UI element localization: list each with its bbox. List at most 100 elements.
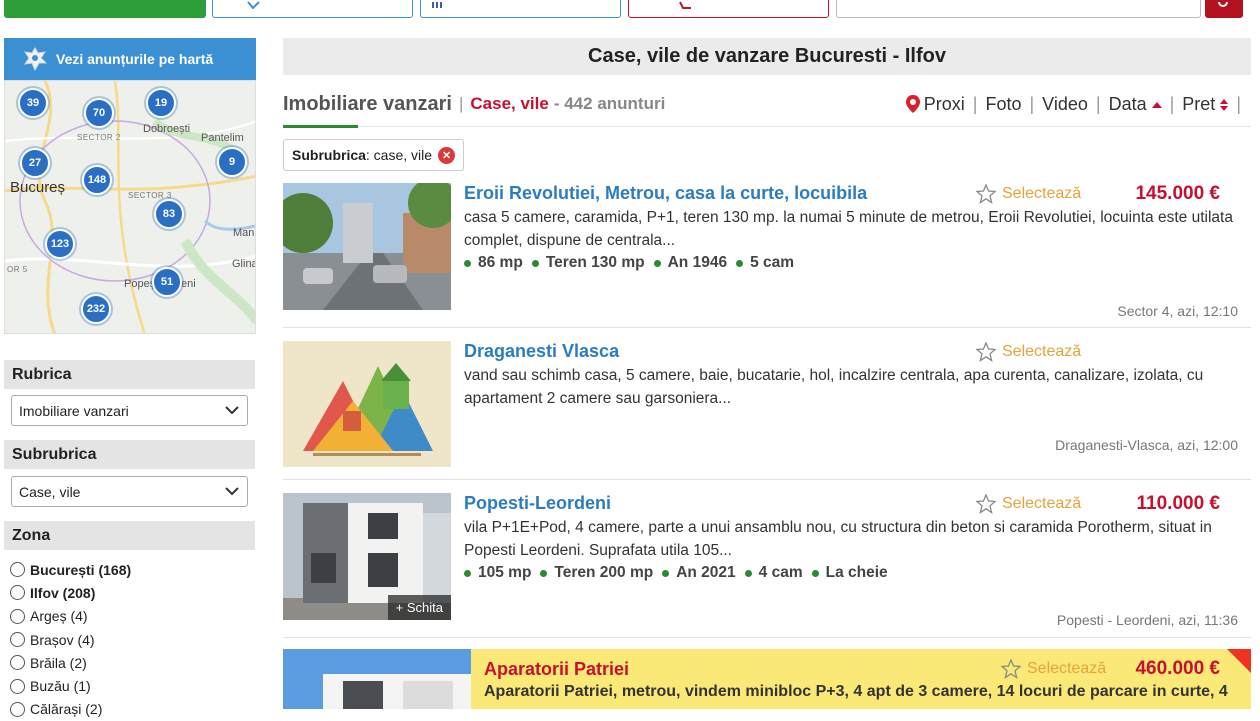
select-favorite-button[interactable]: Selectează: [976, 494, 1081, 514]
map-cluster-pin[interactable]: 83: [154, 199, 184, 229]
zone-option-braila[interactable]: Brăila (2): [10, 651, 255, 674]
radio-button[interactable]: [10, 655, 25, 671]
map-cluster-pin[interactable]: 70: [84, 98, 114, 128]
map-cluster-pin[interactable]: 148: [82, 165, 112, 195]
sort-separator: |: [972, 93, 978, 114]
sort-proxi[interactable]: Proxi: [924, 94, 965, 115]
toolbar-button-2[interactable]: [420, 0, 621, 18]
select-label: Selectează: [1002, 343, 1082, 360]
select-label: Selectează: [1002, 495, 1082, 512]
promoted-corner-badge: [1227, 649, 1251, 673]
zone-option-buzau[interactable]: Buzău (1): [10, 674, 255, 697]
map-label-popesti-end: eni: [181, 278, 196, 290]
promoted-listing-item[interactable]: Aparatorii Patriei Selectează 460.000 € …: [283, 649, 1251, 709]
listing-item[interactable]: Draganesti Vlasca Selectează vand sau sc…: [283, 341, 1251, 471]
zone-option-calarasi[interactable]: Călărași (2): [10, 698, 255, 721]
rubrica-select-value: Imobiliare vanzari: [19, 402, 129, 419]
breadcrumb-subrubrica[interactable]: Case, vile: [470, 94, 548, 114]
map-cluster-pin[interactable]: 39: [18, 88, 48, 118]
select-label: Selectează: [1027, 660, 1107, 677]
filter-key: Subrubrica: [292, 147, 366, 163]
sort-pret[interactable]: Pret: [1182, 94, 1229, 115]
remove-filter-icon[interactable]: ✕: [438, 146, 456, 164]
radio-button[interactable]: [10, 562, 25, 578]
listing-title[interactable]: Popesti-Leordeni: [464, 493, 611, 514]
radio-button[interactable]: [10, 632, 25, 648]
rubrica-select[interactable]: Imobiliare vanzari: [11, 395, 248, 426]
listing-description: casa 5 camere, caramida, P+1, teren 130 …: [464, 209, 1233, 249]
sort-bar: Proxi | Foto | Video | Data | Pret |: [905, 89, 1246, 119]
feature-item: An 1946: [653, 254, 727, 272]
listing-title[interactable]: Draganesti Vlasca: [464, 341, 619, 362]
map-cluster-pin[interactable]: 19: [146, 88, 176, 118]
feature-item: Teren 200 mp: [540, 564, 653, 582]
map-cluster-pin[interactable]: 232: [81, 294, 111, 324]
add-listing-button[interactable]: [4, 0, 206, 18]
divider: [283, 126, 1251, 127]
map-cluster-pin[interactable]: 51: [152, 267, 182, 297]
chevron-down-icon: [225, 487, 239, 496]
feature-item: 105 mp: [464, 564, 531, 582]
sort-separator: |: [1169, 93, 1175, 114]
listing-photo[interactable]: + Schita: [283, 493, 451, 620]
listing-location-time: Popesti - Leordeni, azi, 11:36: [1056, 612, 1238, 628]
location-pin-icon: [905, 95, 920, 113]
zone-label: București (168): [30, 561, 132, 578]
map-view-label: Vezi anunțurile pe hartă: [56, 51, 214, 67]
zone-option-brasov[interactable]: Brașov (4): [10, 628, 255, 651]
listing-item[interactable]: Eroii Revolutiei, Metrou, casa la curte,…: [283, 183, 1251, 323]
sketch-badge[interactable]: + Schita: [387, 595, 451, 620]
listing-item[interactable]: + Schita Popesti-Leordeni Selectează 110…: [283, 493, 1251, 633]
sort-data[interactable]: Data: [1109, 94, 1162, 115]
subrubrica-title: Subrubrica: [4, 440, 255, 469]
zone-option-ilfov[interactable]: Ilfov (208): [10, 581, 255, 604]
listing-title[interactable]: Aparatorii Patriei: [484, 659, 629, 680]
zone-option-bucuresti[interactable]: București (168): [10, 558, 255, 581]
active-tab-indicator: [283, 125, 358, 128]
zone-option-arges[interactable]: Argeș (4): [10, 605, 255, 628]
listing-photo[interactable]: [283, 341, 451, 467]
sort-separator: |: [1095, 93, 1101, 114]
rubrica-title: Rubrica: [4, 360, 255, 389]
star-icon: [976, 342, 996, 362]
select-favorite-button[interactable]: Selectează: [976, 342, 1081, 362]
sort-foto[interactable]: Foto: [985, 94, 1021, 115]
map-cluster-pin[interactable]: 27: [20, 148, 50, 178]
radio-button[interactable]: [10, 678, 25, 694]
breadcrumb: Imobiliare vanzari | Case, vile - 442 an…: [283, 89, 665, 119]
radio-button[interactable]: [10, 585, 25, 601]
map-cluster-pin[interactable]: 9: [217, 147, 247, 177]
top-toolbar: [0, 0, 1260, 20]
listing-title[interactable]: Eroii Revolutiei, Metrou, casa la curte,…: [464, 183, 867, 204]
select-label: Selectează: [1002, 185, 1082, 202]
zone-label: Călărași (2): [30, 701, 103, 718]
breadcrumb-rubrica[interactable]: Imobiliare vanzari: [283, 93, 452, 116]
sort-video[interactable]: Video: [1042, 94, 1088, 115]
sort-separator: |: [1029, 93, 1035, 114]
active-filter-chip: Subrubrica : case, vile ✕: [283, 139, 465, 171]
radio-button[interactable]: [10, 701, 25, 717]
map-pin-icon: [22, 46, 48, 72]
listing-photo[interactable]: [283, 649, 471, 709]
select-favorite-button[interactable]: Selectează: [976, 184, 1081, 204]
toolbar-button-3[interactable]: [628, 0, 829, 18]
select-favorite-button[interactable]: Selectează: [1001, 659, 1106, 679]
listing-description: Aparatorii Patriei, metrou, vindem minib…: [484, 683, 1228, 700]
star-icon: [976, 184, 996, 204]
map-label-sector5: OR 5: [7, 265, 28, 274]
sort-toggle-icon: [1220, 98, 1229, 111]
radio-button[interactable]: [10, 608, 25, 624]
toolbar-button-1[interactable]: [212, 0, 413, 18]
search-icon: [1218, 2, 1228, 7]
map-cluster-pin[interactable]: 123: [45, 229, 75, 259]
listing-photo[interactable]: [283, 183, 451, 310]
listing-price: 110.000 €: [1136, 493, 1220, 514]
star-icon: [976, 494, 996, 514]
zone-label: Brăila (2): [30, 654, 87, 671]
map-view-button[interactable]: Vezi anunțurile pe hartă: [4, 38, 256, 80]
listings-map[interactable]: Bucureș Dobroești Pantelim SECTOR 2 SECT…: [4, 80, 256, 334]
search-button[interactable]: [1205, 0, 1243, 18]
sort-asc-icon: [1151, 101, 1162, 108]
search-input[interactable]: [836, 0, 1201, 18]
subrubrica-select[interactable]: Case, vile: [11, 476, 248, 507]
